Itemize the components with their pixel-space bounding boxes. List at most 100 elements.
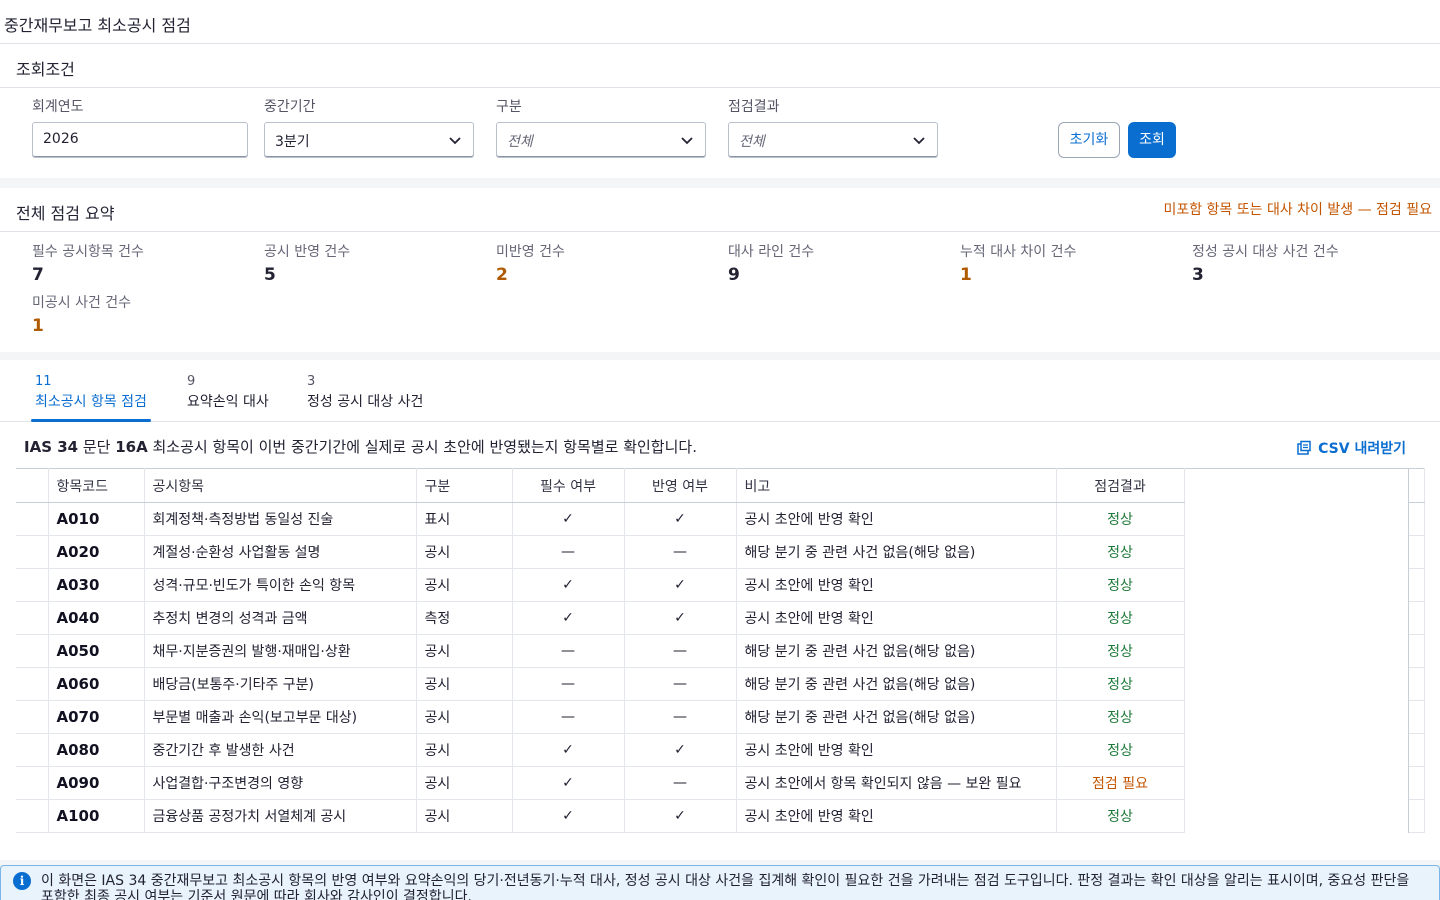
search-button[interactable]: 조회 — [1128, 122, 1176, 158]
chevron-down-icon — [913, 137, 925, 145]
table-row[interactable]: A100 금융상품 공정가치 서열체계 공시 공시 ✓ ✓ 공시 초안에 반영 확인 정상 — [16, 799, 1425, 833]
fiscal-year-label: 회계연도 — [32, 99, 84, 115]
table-row[interactable]: A010 회계정책·측정방법 동일성 진술 표시 ✓ ✓ 공시 초안에 반영 확인 정상 — [16, 502, 1425, 536]
scroll-cell — [1408, 568, 1425, 602]
row-select-cell[interactable] — [16, 502, 49, 536]
tab-qualitative-events[interactable]: 3 정성 공시 대상 사건 — [307, 374, 423, 422]
kpi-label: 공시 반영 건수 — [264, 244, 351, 260]
note-cell: 해당 분기 중 관련 사건 없음(해당 없음) — [736, 535, 1057, 569]
column-header[interactable]: 구분 — [416, 468, 513, 503]
column-header[interactable]: 점검결과 — [1056, 468, 1185, 503]
table-row[interactable]: A090 사업결합·구조변경의 영향 공시 ✓ — 공시 초안에서 항목 확인되지 않음 … — [16, 766, 1425, 800]
table-row[interactable]: A070 부문별 매출과 손익(보고부문 대상) 공시 — — 해당 분기 중 관련 사건… — [16, 700, 1425, 734]
empty-cell — [1183, 766, 1409, 800]
table-row[interactable]: A080 중간기간 후 발생한 사건 공시 ✓ ✓ 공시 초안에 반영 확인 정상 — [16, 733, 1425, 767]
kpi-qualitative-events: 정성 공시 대상 사건 건수 3 — [1192, 241, 1339, 285]
column-header[interactable]: 공시항목 — [144, 468, 417, 503]
row-select-cell[interactable] — [16, 634, 49, 668]
table-header-row: 항목코드 공시항목 구분 필수 여부 반영 여부 비고 점검결과 — [16, 468, 1425, 503]
scroll-cell — [1408, 601, 1425, 635]
table-row[interactable]: A030 성격·규모·빈도가 특이한 손익 항목 공시 ✓ ✓ 공시 초안에 반영 확인 정… — [16, 568, 1425, 602]
filter-panel: 조회조건 회계연도 2026 중간기간 3분기 구분 전체 점검결과 전체 초기… — [0, 44, 1440, 178]
interim-period-label: 중간기간 — [264, 99, 316, 115]
tab-label: 요약손익 대사 — [187, 394, 269, 410]
paragraph-ref: 16A — [115, 438, 148, 456]
kpi-label: 미반영 건수 — [496, 244, 565, 260]
info-icon: i — [13, 872, 31, 890]
check-result-cell: 정상 — [1056, 535, 1185, 569]
empty-cell — [1183, 568, 1409, 602]
category-cell: 공시 — [416, 700, 513, 734]
chevron-down-icon — [681, 137, 693, 145]
kpi-value: 7 — [32, 265, 44, 285]
disclosure-item-cell: 채무·지분증권의 발행·재매입·상환 — [144, 634, 417, 668]
row-select-cell[interactable] — [16, 700, 49, 734]
row-select-cell[interactable] — [16, 766, 49, 800]
row-select-cell[interactable] — [16, 799, 49, 833]
row-select-cell[interactable] — [16, 535, 49, 569]
standard-ref: IAS 34 — [24, 438, 79, 456]
kpi-label: 누적 대사 차이 건수 — [960, 244, 1077, 260]
reset-button[interactable]: 초기화 — [1058, 122, 1120, 158]
kpi-unreflected: 미반영 건수 2 — [496, 241, 565, 285]
column-header[interactable]: 항목코드 — [48, 468, 145, 503]
disclosure-table-card: IAS 34 문단 16A 최소공시 항목이 이번 중간기간에 실제로 공시 초… — [16, 428, 1425, 835]
spreadsheet-icon — [1297, 440, 1311, 455]
table-row[interactable]: A060 배당금(보통주·기타주 구분) 공시 — — 해당 분기 중 관련 사건 없음(… — [16, 667, 1425, 701]
required-cell: — — [512, 634, 625, 668]
table-row[interactable]: A020 계절성·순환성 사업활동 설명 공시 — — 해당 분기 중 관련 사건 없음(… — [16, 535, 1425, 569]
item-code-cell: A010 — [48, 502, 145, 536]
desc-rest: 최소공시 항목이 이번 중간기간에 실제로 공시 초안에 반영됐는지 항목별로 … — [147, 438, 697, 456]
fiscal-year-input[interactable]: 2026 — [32, 122, 248, 158]
item-code-cell: A040 — [48, 601, 145, 635]
category-cell: 표시 — [416, 502, 513, 536]
kpi-label: 미공시 사건 건수 — [32, 295, 132, 311]
csv-download-button[interactable]: CSV 내려받기 — [1296, 438, 1406, 458]
row-select-cell[interactable] — [16, 733, 49, 767]
kpi-value: 2 — [496, 265, 508, 285]
info-text: 이 화면은 IAS 34 중간재무보고 최소공시 항목의 반영 여부와 요약손익… — [41, 873, 1410, 900]
required-cell: ✓ — [512, 766, 625, 800]
item-code-cell: A100 — [48, 799, 145, 833]
row-select-cell[interactable] — [16, 601, 49, 635]
scroll-cell — [1408, 667, 1425, 701]
empty-cell — [1183, 601, 1409, 635]
table-row[interactable]: A050 채무·지분증권의 발행·재매입·상환 공시 — — 해당 분기 중 관련 사건 … — [16, 634, 1425, 668]
column-header[interactable]: 필수 여부 — [512, 468, 625, 503]
required-cell: — — [512, 700, 625, 734]
row-select-cell[interactable] — [16, 667, 49, 701]
chevron-down-icon — [449, 137, 461, 145]
item-code-cell: A050 — [48, 634, 145, 668]
scroll-cell — [1408, 634, 1425, 668]
tab-minimum-disclosure[interactable]: 11 최소공시 항목 점검 — [31, 374, 151, 422]
category-label: 구분 — [496, 99, 522, 115]
check-result-select[interactable]: 전체 — [728, 122, 938, 158]
kpi-value: 1 — [32, 316, 44, 336]
table-row[interactable]: A040 추정치 변경의 성격과 금액 측정 ✓ ✓ 공시 초안에 반영 확인 정상 — [16, 601, 1425, 635]
required-cell: ✓ — [512, 568, 625, 602]
check-result-cell: 정상 — [1056, 502, 1185, 536]
tab-count: 9 — [187, 374, 196, 389]
item-code-cell: A090 — [48, 766, 145, 800]
fiscal-year-field: 회계연도 2026 — [32, 96, 248, 158]
desc-mid: 문단 — [78, 438, 116, 456]
category-select[interactable]: 전체 — [496, 122, 706, 158]
item-code-cell: A030 — [48, 568, 145, 602]
reflected-cell: — — [624, 634, 737, 668]
interim-period-select[interactable]: 3분기 — [264, 122, 474, 158]
required-cell: ✓ — [512, 733, 625, 767]
disclosure-item-cell: 부문별 매출과 손익(보고부문 대상) — [144, 700, 417, 734]
category-value: 전체 — [507, 134, 533, 150]
check-result-cell: 점검 필요 — [1056, 766, 1185, 800]
category-cell: 공시 — [416, 766, 513, 800]
row-select-cell[interactable] — [16, 568, 49, 602]
tab-count: 11 — [35, 374, 52, 389]
scroll-cell — [1408, 502, 1425, 536]
reflected-cell: — — [624, 766, 737, 800]
column-header[interactable]: 반영 여부 — [624, 468, 737, 503]
note-cell: 공시 초안에 반영 확인 — [736, 568, 1057, 602]
column-header[interactable]: 비고 — [736, 468, 1057, 503]
check-result-value: 전체 — [739, 134, 765, 150]
tab-pl-reconciliation[interactable]: 9 요약손익 대사 — [187, 374, 269, 422]
top-bar: 중간재무보고 최소공시 점검 — [0, 0, 1440, 44]
